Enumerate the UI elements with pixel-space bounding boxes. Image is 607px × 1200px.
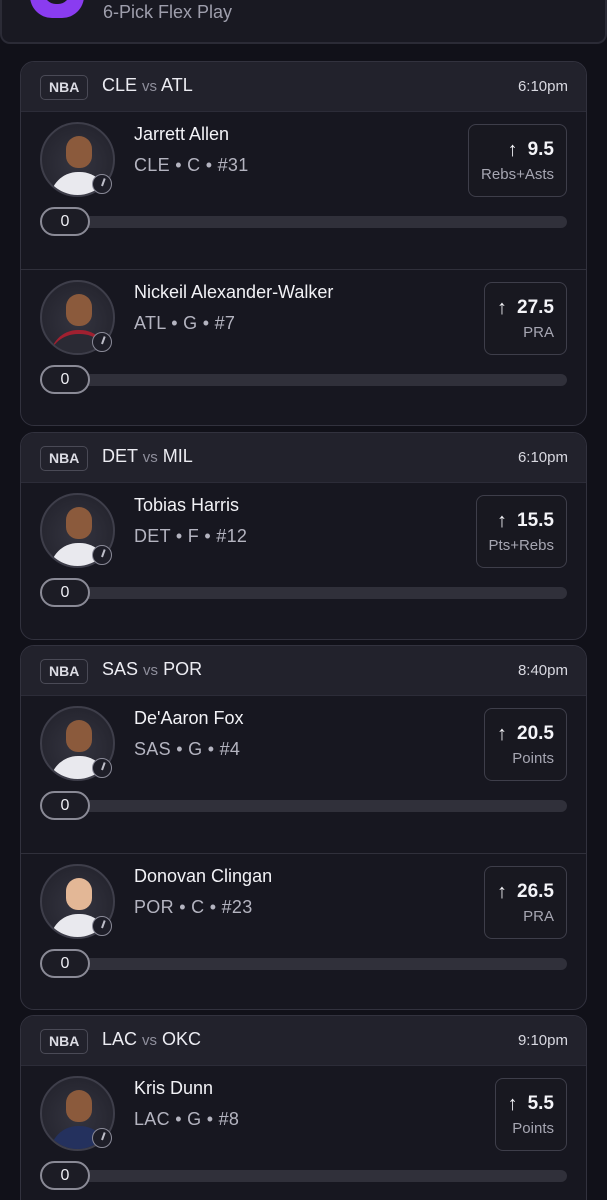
entry-header: 6-Pick Flex Play — [0, 0, 607, 44]
home-team: SAS — [102, 659, 139, 679]
projection-line: 5.5 — [527, 1093, 554, 1114]
away-team: OKC — [162, 1029, 202, 1049]
entry-title: 6-Pick Flex Play — [103, 2, 233, 22]
player-name: Tobias Harris — [134, 495, 240, 515]
home-team: LAC — [102, 1029, 138, 1049]
game-header: NBA DET vs MIL 6:10pm — [21, 433, 586, 483]
league-badge: NBA — [40, 1029, 89, 1054]
progress-track — [41, 958, 567, 970]
projection-stat: Points — [512, 749, 554, 767]
up-arrow-icon: ↑ — [507, 138, 518, 161]
projection-stat: Rebs+Asts — [481, 165, 554, 183]
projection-box[interactable]: ↑ 9.5 Rebs+Asts — [468, 124, 567, 197]
vs-label: vs — [143, 662, 159, 679]
clock-icon — [92, 545, 112, 565]
player-name: Donovan Clingan — [134, 866, 273, 886]
league-badge: NBA — [40, 446, 89, 471]
game-time: 8:40pm — [517, 662, 568, 679]
player-pick-row[interactable]: Jarrett Allen CLE • C • #31 ↑ 9.5 Rebs+As… — [21, 112, 586, 269]
player-meta: SAS • G • #4 — [134, 739, 241, 759]
progress-track — [41, 800, 567, 812]
player-pick-row[interactable]: De'Aaron Fox SAS • G • #4 ↑ 20.5 Points 0 — [21, 696, 586, 853]
up-arrow-icon: ↑ — [507, 1092, 518, 1115]
projection-line: 26.5 — [517, 881, 554, 902]
up-arrow-icon: ↑ — [497, 296, 508, 319]
game-card: NBA DET vs MIL 6:10pm Tobias Harris DET … — [20, 432, 587, 640]
league-badge: NBA — [40, 659, 89, 684]
player-name: Nickeil Alexander-Walker — [134, 282, 334, 302]
game-time: 6:10pm — [517, 449, 568, 466]
projection-stat: Points — [512, 1119, 554, 1137]
projection-stat: PRA — [523, 907, 554, 925]
projection-stat: PRA — [523, 323, 554, 341]
player-name: De'Aaron Fox — [134, 708, 244, 728]
progress-track — [41, 1170, 567, 1182]
player-pick-row[interactable]: Kris Dunn LAC • G • #8 ↑ 5.5 Points 0 — [21, 1066, 586, 1200]
projection-box[interactable]: ↑ 20.5 Points — [484, 708, 567, 781]
player-pick-row[interactable]: Donovan Clingan POR • C • #23 ↑ 26.5 PRA … — [21, 853, 586, 1009]
progress-value: 0 — [40, 949, 90, 978]
app-logo-icon — [30, 0, 84, 18]
away-team: MIL — [162, 446, 193, 466]
projection-line: 9.5 — [527, 139, 554, 160]
away-team: ATL — [161, 75, 193, 95]
away-team: POR — [163, 659, 203, 679]
player-meta: LAC • G • #8 — [134, 1109, 240, 1129]
matchup: SAS vs POR — [102, 659, 202, 680]
progress-value: 0 — [40, 578, 90, 607]
matchup: LAC vs OKC — [102, 1029, 201, 1050]
game-header: NBA LAC vs OKC 9:10pm — [21, 1016, 586, 1066]
projection-box[interactable]: ↑ 26.5 PRA — [484, 866, 567, 939]
projection-line: 15.5 — [517, 510, 554, 531]
progress-value: 0 — [40, 1161, 90, 1190]
clock-icon — [92, 332, 112, 352]
clock-icon — [92, 758, 112, 778]
vs-label: vs — [142, 1032, 158, 1049]
up-arrow-icon: ↑ — [497, 722, 508, 745]
player-pick-row[interactable]: Nickeil Alexander-Walker ATL • G • #7 ↑ 2… — [21, 269, 586, 425]
player-name: Kris Dunn — [134, 1078, 214, 1098]
vs-label: vs — [142, 449, 158, 466]
league-badge: NBA — [40, 75, 89, 100]
vs-label: vs — [142, 78, 158, 95]
player-meta: ATL • G • #7 — [134, 313, 236, 333]
player-meta: CLE • C • #31 — [134, 155, 249, 175]
game-card: NBA SAS vs POR 8:40pm De'Aaron Fox SAS •… — [20, 645, 587, 1010]
up-arrow-icon: ↑ — [497, 880, 508, 903]
clock-icon — [92, 916, 112, 936]
progress-track — [41, 216, 567, 228]
up-arrow-icon: ↑ — [497, 509, 508, 532]
progress-track — [41, 374, 567, 386]
projection-line: 27.5 — [517, 297, 554, 318]
clock-icon — [92, 1128, 112, 1148]
projection-stat: Pts+Rebs — [488, 536, 554, 554]
game-card: NBA CLE vs ATL 6:10pm Jarrett Allen CLE … — [20, 61, 587, 426]
game-time: 9:10pm — [517, 1032, 568, 1049]
player-name: Jarrett Allen — [134, 124, 230, 144]
matchup: CLE vs ATL — [102, 75, 193, 96]
projection-box[interactable]: ↑ 15.5 Pts+Rebs — [475, 495, 567, 568]
progress-value: 0 — [40, 365, 90, 394]
projection-line: 20.5 — [517, 723, 554, 744]
game-header: NBA CLE vs ATL 6:10pm — [21, 62, 586, 112]
home-team: DET — [102, 446, 138, 466]
progress-value: 0 — [40, 791, 90, 820]
game-header: NBA SAS vs POR 8:40pm — [21, 646, 586, 696]
home-team: CLE — [102, 75, 138, 95]
game-card: NBA LAC vs OKC 9:10pm Kris Dunn LAC • G … — [20, 1015, 587, 1200]
player-pick-row[interactable]: Tobias Harris DET • F • #12 ↑ 15.5 Pts+Re… — [21, 483, 586, 639]
player-meta: POR • C • #23 — [134, 897, 253, 917]
progress-value: 0 — [40, 207, 90, 236]
progress-track — [41, 587, 567, 599]
matchup: DET vs MIL — [102, 446, 193, 467]
player-meta: DET • F • #12 — [134, 526, 248, 546]
game-time: 6:10pm — [517, 78, 568, 95]
projection-box[interactable]: ↑ 27.5 PRA — [484, 282, 567, 355]
projection-box[interactable]: ↑ 5.5 Points — [494, 1078, 567, 1151]
clock-icon — [92, 174, 112, 194]
